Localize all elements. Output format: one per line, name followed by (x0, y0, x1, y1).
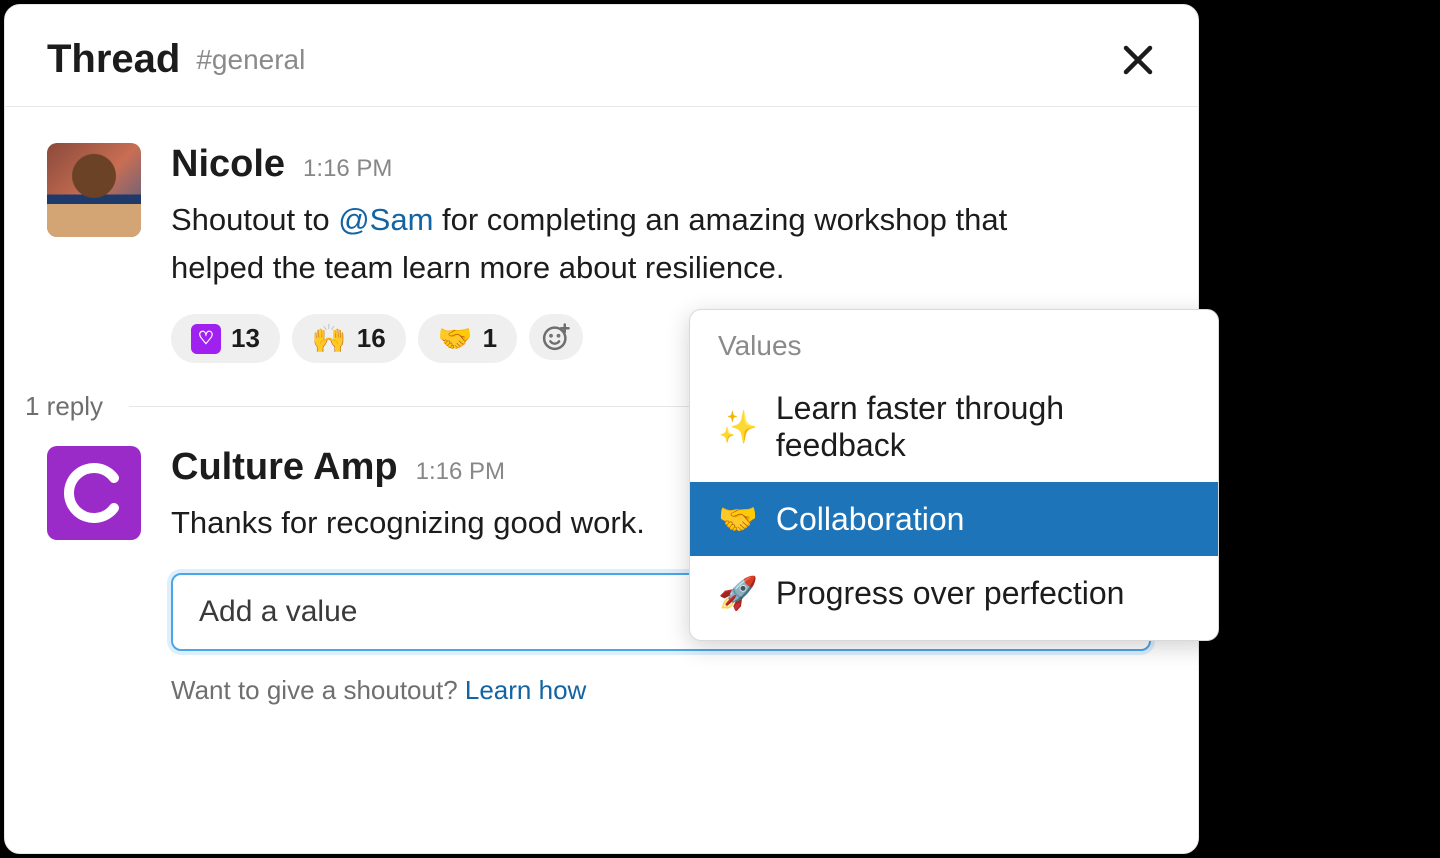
shoutout-hint: Want to give a shoutout? Learn how (171, 675, 1156, 706)
dropdown-item-collaboration[interactable]: 🤝 Collaboration (690, 482, 1218, 556)
message-text: Shoutout to @Sam for completing an amazi… (171, 196, 1156, 292)
raised-hands-icon: 🙌 (312, 322, 347, 355)
dropdown-title: Values (690, 330, 1218, 372)
handshake-icon: 🤝 (718, 500, 758, 538)
add-reaction-button[interactable] (529, 314, 583, 360)
dropdown-item-label: Learn faster through feedback (776, 390, 1190, 464)
dropdown-item-label: Collaboration (776, 501, 965, 538)
dropdown-item-learn-faster[interactable]: ✨ Learn faster through feedback (690, 372, 1218, 482)
reaction-raised-hands[interactable]: 🙌 16 (292, 314, 406, 363)
handshake-icon: 🤝 (438, 322, 473, 355)
header-title: Thread (47, 37, 180, 82)
reaction-handshake[interactable]: 🤝 1 (418, 314, 517, 363)
thread-panel: Thread #general Nicole 1:16 PM Shoutout … (4, 4, 1199, 854)
sparkles-icon: ✨ (718, 408, 758, 446)
dropdown-item-progress[interactable]: 🚀 Progress over perfection (690, 556, 1218, 630)
avatar[interactable] (47, 143, 141, 237)
message-author[interactable]: Nicole (171, 143, 285, 186)
heart-icon: ♡ (191, 324, 221, 354)
mention[interactable]: @Sam (338, 202, 433, 237)
header-channel[interactable]: #general (196, 44, 305, 76)
message-time: 1:16 PM (416, 458, 505, 486)
avatar[interactable] (47, 446, 141, 540)
thread-header: Thread #general (5, 5, 1198, 107)
close-icon[interactable] (1120, 42, 1156, 78)
rocket-icon: 🚀 (718, 574, 758, 612)
reaction-heart[interactable]: ♡ 13 (171, 314, 280, 363)
learn-how-link[interactable]: Learn how (465, 675, 586, 705)
select-placeholder: Add a value (199, 595, 357, 629)
reply-count: 1 reply (25, 391, 103, 422)
message-time: 1:16 PM (303, 155, 392, 183)
dropdown-item-label: Progress over perfection (776, 575, 1125, 612)
values-dropdown: Values ✨ Learn faster through feedback 🤝… (689, 309, 1219, 641)
message-author[interactable]: Culture Amp (171, 446, 398, 489)
